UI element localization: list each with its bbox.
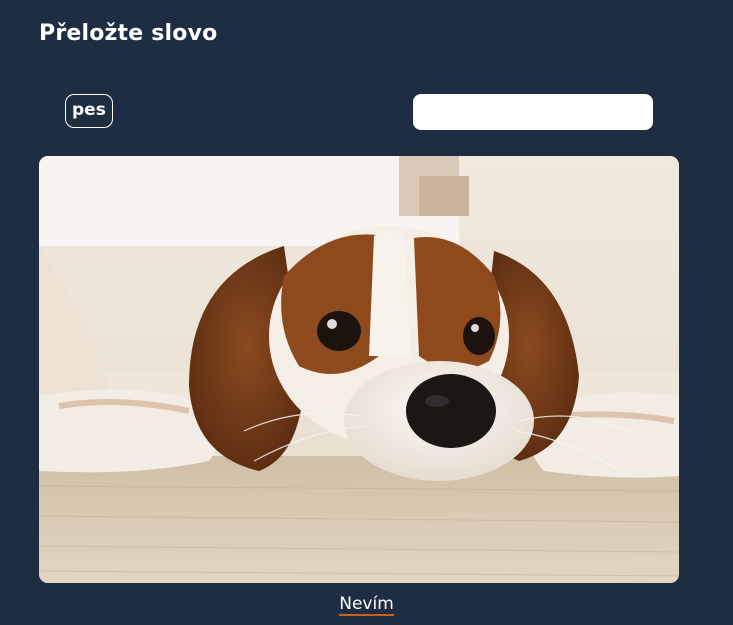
dont-know-link[interactable]: Nevím [339, 594, 394, 616]
page: Přeložte slovo pes Nevím [0, 0, 733, 625]
word-image [39, 156, 679, 583]
page-title: Přeložte slovo [39, 21, 218, 46]
answer-input[interactable] [413, 94, 653, 130]
dont-know-container: Nevím [0, 594, 733, 616]
source-word: pes [65, 94, 113, 128]
